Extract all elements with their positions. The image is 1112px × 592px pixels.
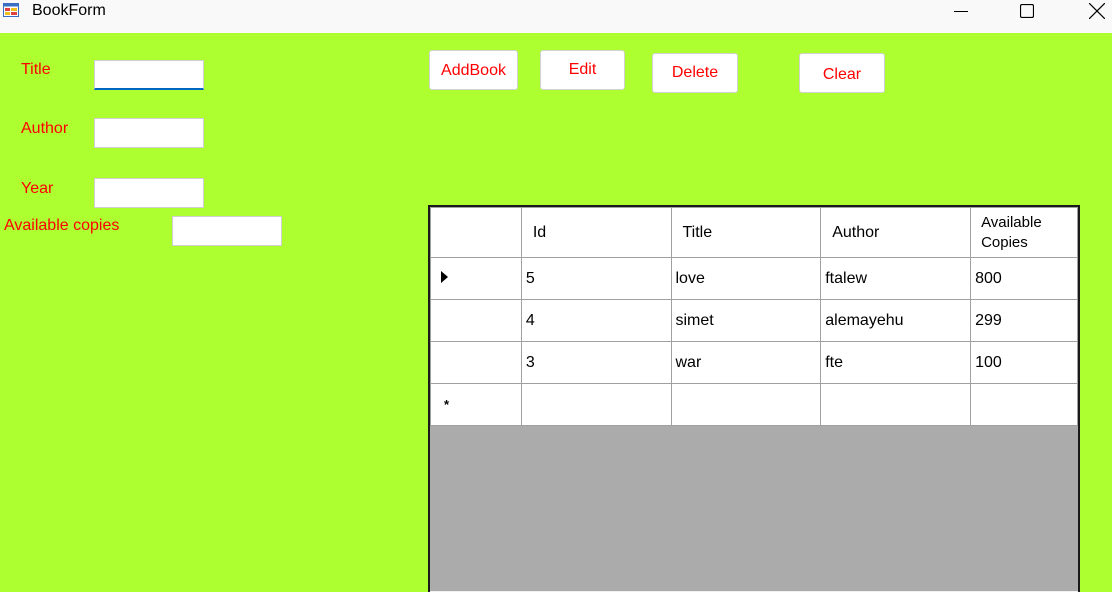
title-input[interactable] <box>94 60 204 90</box>
add-book-button[interactable]: AddBook <box>429 50 518 90</box>
available-copies-label: Available copies <box>4 217 120 234</box>
book-form-window: BookForm Title Author Year Available cop… <box>0 0 1112 592</box>
author-label: Author <box>21 120 69 137</box>
close-button[interactable] <box>1074 0 1112 22</box>
row-header[interactable] <box>430 341 522 384</box>
new-row[interactable]: * <box>430 383 1078 426</box>
books-table: Id Title Author Available Copies 5 love … <box>430 207 1078 426</box>
row-header-current[interactable] <box>430 257 522 300</box>
close-icon <box>1089 3 1105 19</box>
title-bar: BookForm <box>0 0 1112 33</box>
books-grid[interactable]: Id Title Author Available Copies 5 love … <box>428 205 1080 592</box>
cell-id[interactable]: 4 <box>520 299 672 342</box>
cell-copies[interactable] <box>970 383 1078 426</box>
minimize-button[interactable] <box>938 0 984 22</box>
cell-copies[interactable]: 800 <box>970 257 1078 300</box>
row-header-new[interactable]: * <box>430 383 522 426</box>
cell-title[interactable]: love <box>670 257 822 300</box>
row-header[interactable] <box>430 299 522 342</box>
cell-author[interactable]: fte <box>820 341 972 384</box>
table-row[interactable]: 3 war fte 100 <box>430 341 1078 384</box>
cell-author[interactable]: alemayehu <box>820 299 972 342</box>
table-row[interactable]: 4 simet alemayehu 299 <box>430 299 1078 342</box>
available-copies-input[interactable] <box>172 216 282 246</box>
maximize-icon <box>1020 4 1034 18</box>
column-header-id[interactable]: Id <box>520 207 672 258</box>
year-input[interactable] <box>94 178 204 208</box>
year-label: Year <box>21 180 54 197</box>
window-title: BookForm <box>32 2 106 19</box>
cell-copies[interactable]: 299 <box>970 299 1078 342</box>
column-header-title[interactable]: Title <box>670 207 822 258</box>
cell-title[interactable] <box>670 383 822 426</box>
author-input[interactable] <box>94 118 204 148</box>
grid-header-row: Id Title Author Available Copies <box>430 207 1078 258</box>
delete-button[interactable]: Delete <box>652 53 738 93</box>
current-row-arrow-icon <box>441 270 448 283</box>
column-header-author[interactable]: Author <box>820 207 972 258</box>
new-row-marker: * <box>444 396 450 412</box>
cell-author[interactable] <box>820 383 972 426</box>
corner-header-cell[interactable] <box>430 207 522 258</box>
form-icon <box>3 3 19 17</box>
cell-id[interactable] <box>520 383 672 426</box>
table-row[interactable]: 5 love ftalew 800 <box>430 257 1078 300</box>
clear-button[interactable]: Clear <box>799 53 885 93</box>
maximize-button[interactable] <box>1004 0 1050 22</box>
cell-author[interactable]: ftalew <box>820 257 972 300</box>
cell-title[interactable]: simet <box>670 299 822 342</box>
cell-id[interactable]: 3 <box>520 341 672 384</box>
cell-copies[interactable]: 100 <box>970 341 1078 384</box>
cell-title[interactable]: war <box>670 341 822 384</box>
column-header-available-copies[interactable]: Available Copies <box>970 207 1078 258</box>
cell-id[interactable]: 5 <box>520 257 672 300</box>
title-label: Title <box>21 61 51 78</box>
edit-button[interactable]: Edit <box>540 50 625 90</box>
minimize-icon <box>954 11 968 12</box>
